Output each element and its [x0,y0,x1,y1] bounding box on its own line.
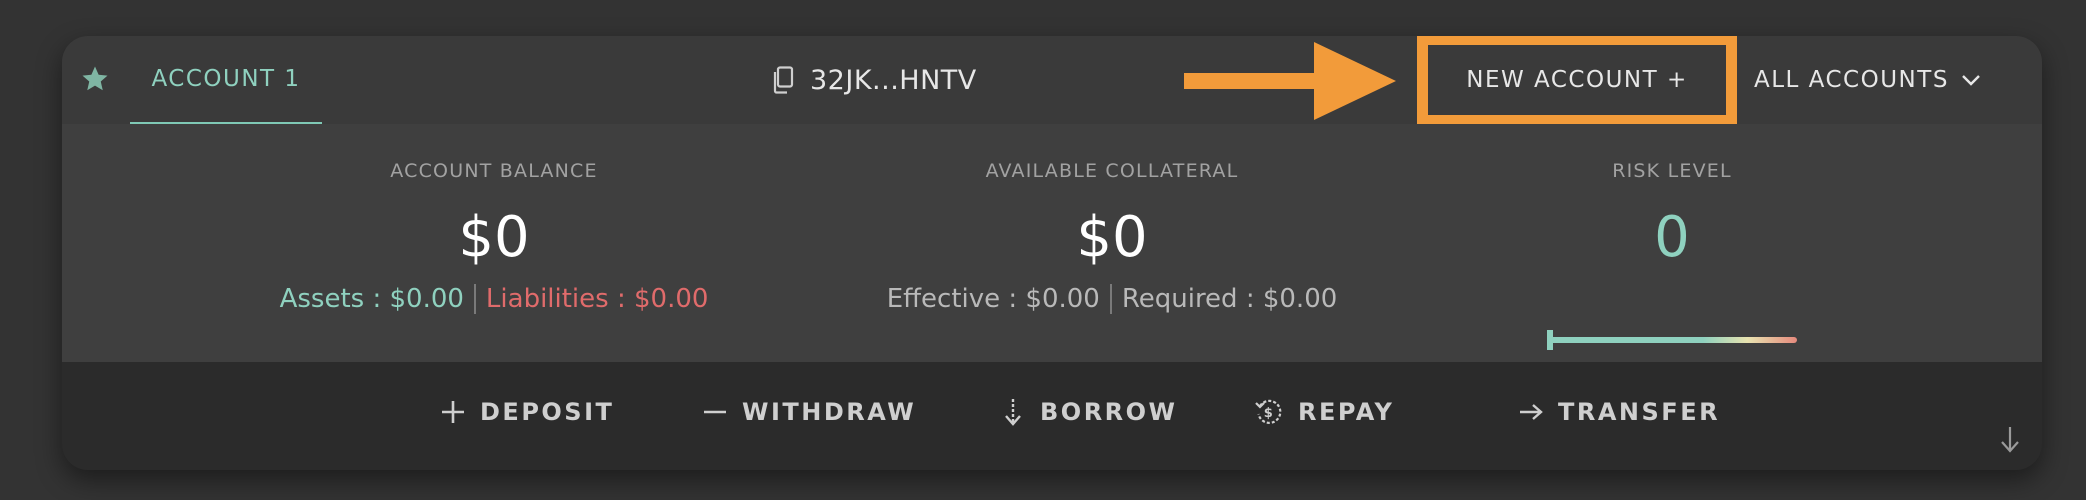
repay-label: REPAY [1298,398,1395,426]
tab-label: ACCOUNT 1 [151,66,301,92]
arrow-right-icon [1520,404,1543,420]
chevron-down-icon [1962,75,1980,86]
transfer-button[interactable]: TRANSFER [1518,392,1720,432]
scroll-down-icon[interactable] [1998,424,2022,454]
risk-level-stat: RISK LEVEL 0 [1362,124,1982,362]
divider [473,284,476,314]
account-address[interactable]: 32JK...HNTV [772,36,977,124]
minus-icon [704,410,726,414]
liabilities-value: Liabilities : $0.00 [485,284,709,314]
risk-level-label: RISK LEVEL [1612,160,1732,182]
risk-level-bar [1547,330,1797,350]
assets-value: Assets : $0.00 [279,284,464,314]
collateral-breakdown: Effective : $0.00 Required : $0.00 [802,284,1422,314]
account-balance-stat: ACCOUNT BALANCE $0 Assets : $0.00 Liabil… [184,124,804,362]
transfer-label: TRANSFER [1558,398,1721,426]
borrow-button[interactable]: BORROW [1000,392,1178,432]
account-header: ACCOUNT 1 32JK...HNTV NEW ACCOUNT + ALL … [62,36,2042,126]
risk-level-value: 0 [1654,205,1690,270]
available-collateral-label: AVAILABLE COLLATERAL [985,160,1239,182]
balance-breakdown: Assets : $0.00 Liabilities : $0.00 [184,284,804,314]
withdraw-label: WITHDRAW [742,398,917,426]
risk-bar-track [1549,337,1797,343]
required-value: Required : $0.00 [1121,284,1338,314]
deposit-label: DEPOSIT [480,398,615,426]
account-stats: ACCOUNT BALANCE $0 Assets : $0.00 Liabil… [62,124,2042,362]
all-accounts-dropdown[interactable]: ALL ACCOUNTS [1754,36,1981,124]
withdraw-button[interactable]: WITHDRAW [702,392,916,432]
plus-icon [442,401,464,423]
divider [1109,284,1112,314]
tab-account-1[interactable]: ACCOUNT 1 [130,36,322,124]
all-accounts-label: ALL ACCOUNTS [1754,67,1949,93]
borrow-label: BORROW [1040,398,1178,426]
repay-button[interactable]: $ REPAY [1254,392,1394,432]
star-icon[interactable] [80,64,110,94]
repay-icon: $ [1255,399,1282,424]
copy-icon[interactable] [772,66,794,94]
account-balance-value: $0 [458,205,530,270]
arrow-down-icon [1005,399,1021,426]
action-bar: DEPOSIT WITHDRAW BORROW $ REPAY TRANSFER [62,362,2042,470]
available-collateral-value: $0 [1076,205,1148,270]
effective-value: Effective : $0.00 [886,284,1100,314]
new-account-button[interactable]: NEW ACCOUNT + [1417,36,1737,126]
new-account-label: NEW ACCOUNT + [1466,67,1688,93]
account-card: ACCOUNT 1 32JK...HNTV NEW ACCOUNT + ALL … [62,36,2042,470]
svg-text:$: $ [1264,406,1276,421]
account-balance-label: ACCOUNT BALANCE [390,160,598,182]
risk-bar-indicator [1547,330,1553,350]
annotation-arrow-icon [1184,42,1396,120]
address-text: 32JK...HNTV [810,64,977,96]
deposit-button[interactable]: DEPOSIT [440,392,614,432]
available-collateral-stat: AVAILABLE COLLATERAL $0 Effective : $0.0… [802,124,1422,362]
